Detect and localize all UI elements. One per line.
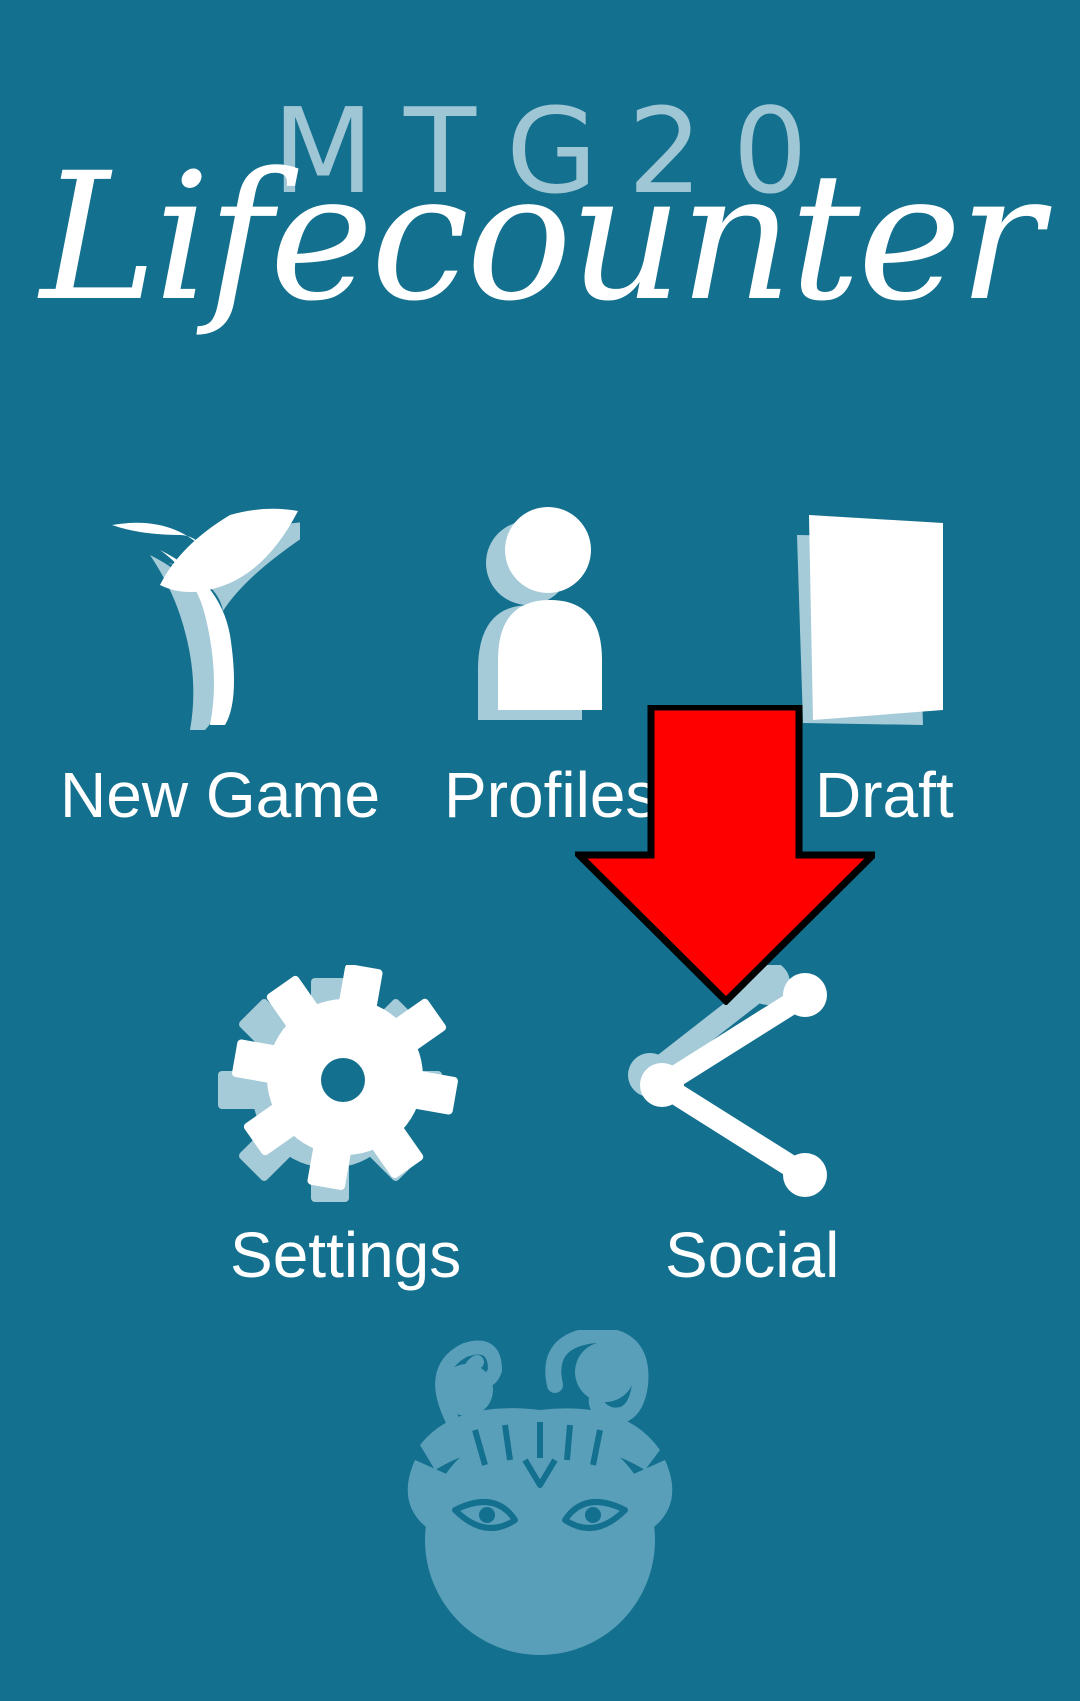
menu-item-social[interactable]: Social <box>620 965 850 1295</box>
menu-label: Social <box>665 1219 840 1291</box>
gear-icon <box>215 965 465 1215</box>
menu-label: Profiles <box>444 759 658 831</box>
menu-label: Settings <box>230 1219 462 1291</box>
goblin-mascot-icon <box>395 1326 685 1665</box>
share-icon <box>620 965 850 1205</box>
menu-item-profiles[interactable]: Profiles <box>430 505 660 835</box>
app-logo: Lifecounter <box>40 135 1043 340</box>
menu-label: Draft <box>815 759 954 831</box>
card-icon <box>795 515 955 730</box>
menu-item-draft[interactable]: Draft <box>780 505 980 835</box>
menu-item-new-game[interactable]: New Game <box>40 505 380 835</box>
sprout-icon <box>100 505 300 735</box>
menu-label: New Game <box>60 759 381 831</box>
menu-item-settings[interactable]: Settings <box>215 965 465 1295</box>
person-icon <box>470 505 620 725</box>
